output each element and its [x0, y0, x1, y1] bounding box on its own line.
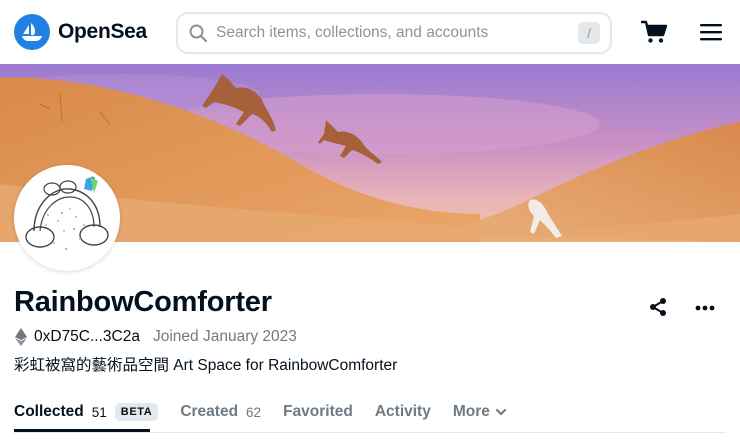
- profile-avatar[interactable]: [14, 165, 120, 271]
- search-input[interactable]: [216, 24, 578, 42]
- tab-label: Activity: [374, 403, 431, 420]
- opensea-logo[interactable]: OpenSea: [14, 14, 147, 50]
- search-shortcut-key: /: [578, 22, 600, 44]
- tab-created[interactable]: Created 62: [180, 400, 261, 424]
- tab-label: Favorited: [283, 403, 353, 420]
- tab-favorited[interactable]: Favorited: [283, 400, 353, 424]
- opensea-logo-icon: [14, 14, 50, 50]
- tab-collected[interactable]: Collected 51 BETA: [14, 400, 159, 424]
- profile-meta: 0xD75C...3C2a Joined January 2023: [14, 328, 297, 346]
- tab-count: 51: [91, 404, 107, 420]
- search-bar[interactable]: /: [176, 12, 612, 54]
- tab-label: Collected: [14, 403, 84, 420]
- active-tab-indicator: [14, 429, 150, 432]
- profile-name: RainbowComforter: [14, 286, 272, 318]
- profile-bio: 彩虹被窩的藝術品空間 Art Space for RainbowComforte…: [14, 357, 398, 374]
- top-nav: OpenSea /: [0, 0, 740, 64]
- joined-date: Joined January 2023: [152, 328, 297, 345]
- search-icon: [189, 24, 208, 43]
- beta-badge: BETA: [114, 403, 159, 421]
- tab-count: 62: [246, 404, 262, 420]
- cart-icon[interactable]: [640, 18, 668, 46]
- brand-name: OpenSea: [58, 20, 147, 43]
- tab-activity[interactable]: Activity: [375, 400, 431, 424]
- wallet-address[interactable]: 0xD75C...3C2a: [34, 328, 140, 346]
- ethereum-icon: [15, 328, 27, 346]
- tabs-divider: [14, 432, 726, 433]
- share-icon[interactable]: [647, 296, 669, 318]
- chevron-down-icon: [495, 408, 506, 416]
- hamburger-menu-icon[interactable]: [699, 20, 723, 44]
- tab-more[interactable]: More: [453, 400, 507, 424]
- more-options-icon[interactable]: [694, 298, 716, 318]
- tab-label: Created: [180, 403, 239, 420]
- tab-label: More: [452, 403, 490, 420]
